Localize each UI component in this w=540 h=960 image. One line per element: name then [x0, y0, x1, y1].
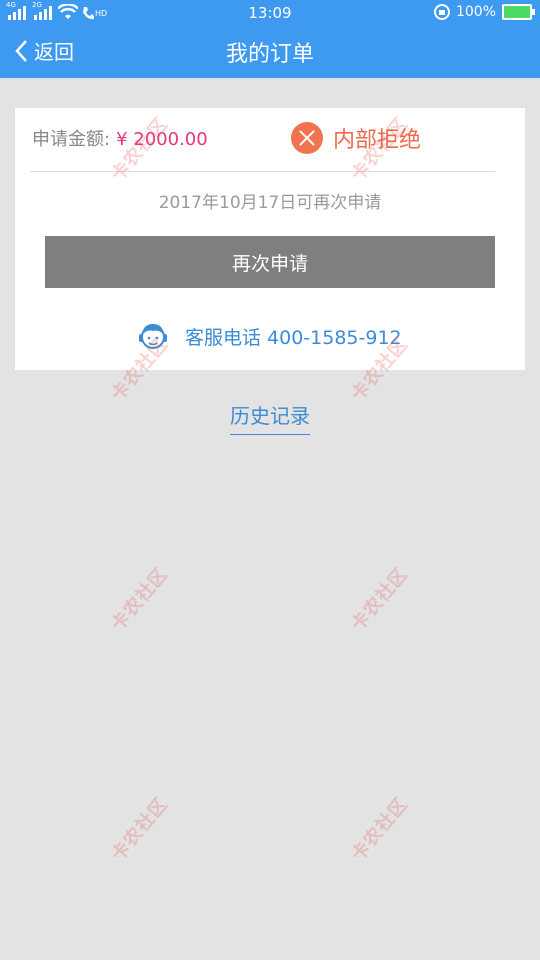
- history-link-row: 历史记录: [0, 400, 540, 435]
- watermark: 卡农社区: [107, 793, 173, 866]
- history-link[interactable]: 历史记录: [230, 404, 310, 435]
- watermark: 卡农社区: [347, 793, 413, 866]
- battery-icon: [502, 4, 535, 20]
- watermark: 卡农社区: [347, 563, 413, 636]
- reapply-button[interactable]: 再次申请: [45, 236, 495, 288]
- reapply-date-text: 2017年10月17日可再次申请: [158, 193, 382, 213]
- watermark: 卡农社区: [107, 563, 173, 636]
- battery-percent: 100%: [455, 4, 496, 20]
- close-circle-icon: [291, 122, 323, 154]
- service-phone-text: 客服电话 400-1585-912: [185, 326, 402, 349]
- amount-label: 申请金额:: [32, 129, 111, 150]
- status-bar: 4G 2G HD 13:09 100%: [0, 0, 540, 26]
- header-bar: 4G 2G HD 13:09 100% 返回 我的订单: [0, 0, 540, 78]
- page-title: 我的订单: [225, 42, 314, 67]
- rotation-lock-icon: [433, 4, 450, 20]
- divider: [30, 171, 495, 172]
- order-card: 申请金额: ¥ 2000.00 内部拒绝 2017年10月17日可再次申请 再次申…: [15, 108, 525, 370]
